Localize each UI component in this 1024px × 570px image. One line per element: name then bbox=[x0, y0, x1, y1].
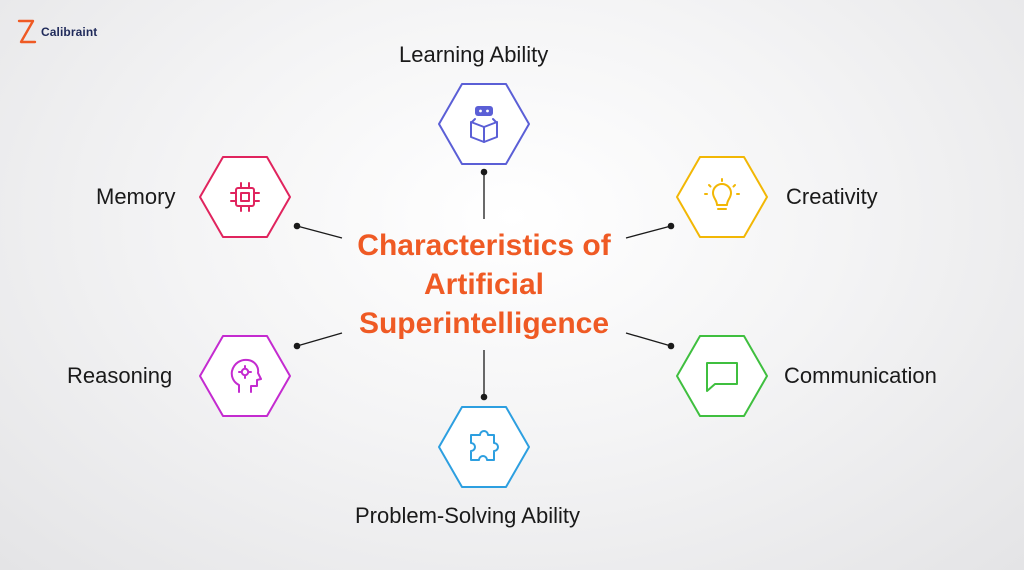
node-memory bbox=[199, 156, 291, 238]
label-reasoning: Reasoning bbox=[67, 363, 173, 388]
hexagon-creativity bbox=[676, 156, 768, 238]
title-line-1: Characteristics of bbox=[357, 229, 611, 262]
hexagon-problem-solving bbox=[438, 406, 530, 488]
label-creativity: Creativity bbox=[786, 184, 878, 209]
title-line-3: Superintelligence bbox=[358, 307, 610, 340]
label-communication: Communication bbox=[784, 363, 937, 388]
title-line-2: Artificial bbox=[423, 268, 545, 301]
connector-learning bbox=[480, 168, 488, 219]
hexagon-communication bbox=[676, 335, 768, 417]
node-learning-ability bbox=[438, 83, 530, 165]
diagram-title: Characteristics of Artificial Superintel… bbox=[312, 226, 656, 343]
hexagon-learning-ability bbox=[438, 83, 530, 165]
hexagon-memory bbox=[199, 156, 291, 238]
label-memory: Memory bbox=[96, 184, 176, 209]
label-problem-solving: Problem-Solving Ability bbox=[355, 503, 580, 528]
node-creativity bbox=[676, 156, 768, 238]
node-problem-solving bbox=[438, 406, 530, 488]
node-communication bbox=[676, 335, 768, 417]
connector-problem-solving bbox=[480, 350, 488, 401]
label-learning-ability: Learning Ability bbox=[399, 42, 549, 67]
node-reasoning bbox=[199, 335, 291, 417]
